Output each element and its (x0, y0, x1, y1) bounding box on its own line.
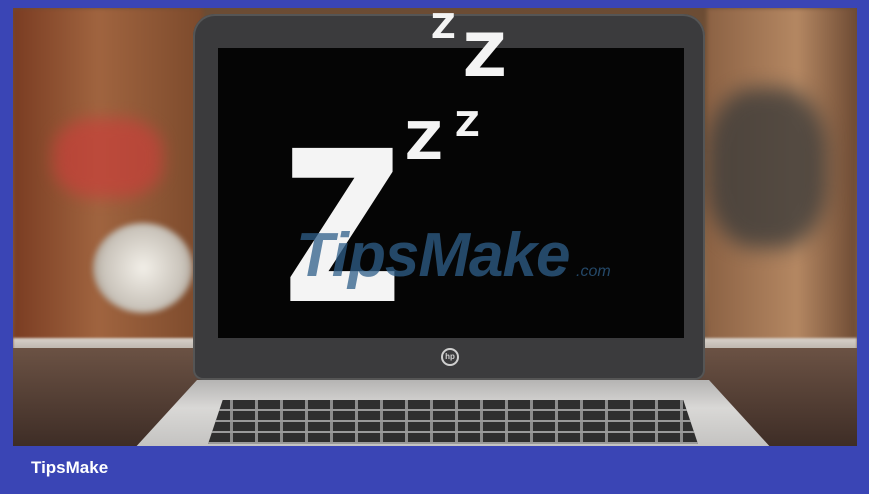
laptop-photo: Z Z Z Z Z TipsMake .com hp (13, 8, 857, 446)
background-object-dark (707, 88, 827, 248)
hp-logo-icon: hp (441, 348, 459, 366)
caption-brand: TipsMake (31, 458, 109, 477)
background-object-lens (93, 223, 193, 313)
sleep-z-medium: Z (405, 112, 443, 172)
image-frame: Z Z Z Z Z TipsMake .com hp TipsMake (0, 0, 869, 494)
background-object-red (53, 118, 163, 198)
watermark-suffix: .com (576, 263, 611, 280)
sleep-z-top-medium: Z (463, 21, 507, 91)
sleep-z-top-small: Z (431, 8, 456, 47)
laptop-keyboard-rows (208, 400, 698, 444)
watermark-logo: TipsMake (296, 221, 570, 290)
sleep-z-small: Z (455, 105, 480, 145)
